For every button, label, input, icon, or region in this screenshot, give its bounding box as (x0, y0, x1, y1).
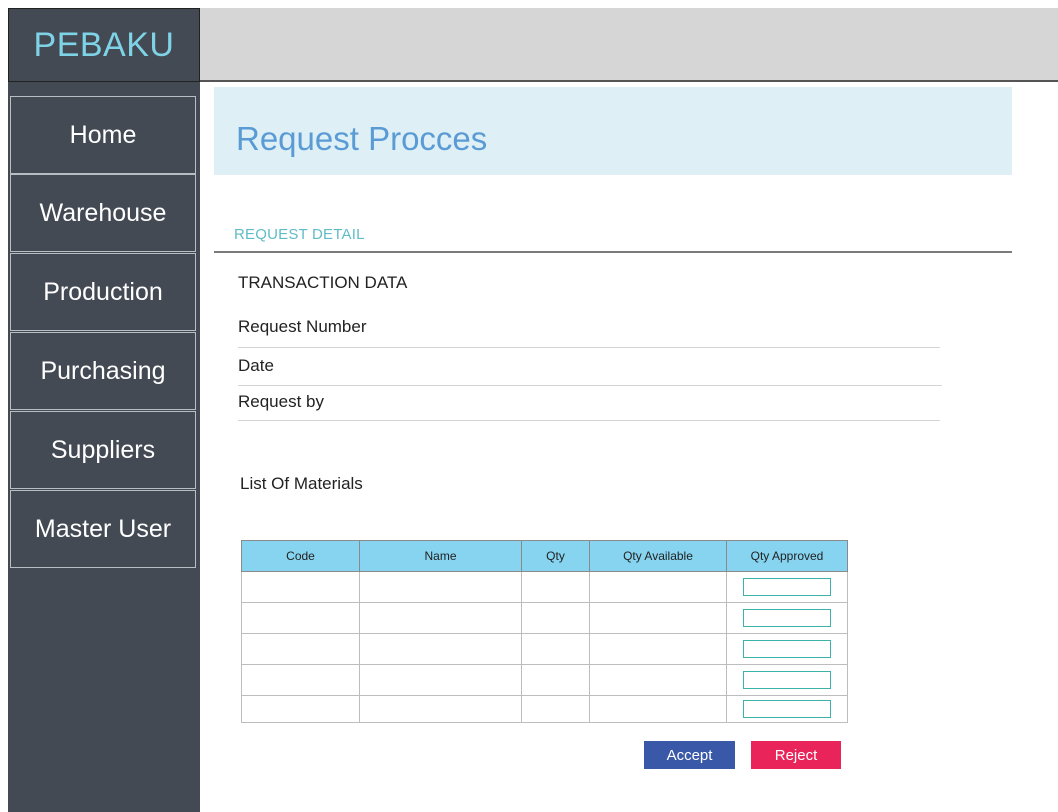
date-divider (238, 385, 942, 386)
table-row (241, 695, 848, 723)
column-header-qty-available: Qty Available (589, 540, 727, 572)
materials-table: Code Name Qty Qty Available Qty Approved (241, 540, 848, 723)
sidebar-item-master-user[interactable]: Master User (10, 490, 196, 568)
cell-code (241, 602, 360, 634)
cell-qty-available (589, 602, 727, 634)
sidebar-item-home[interactable]: Home (10, 96, 196, 174)
table-row (241, 571, 848, 603)
cell-code (241, 571, 360, 603)
section-divider (214, 251, 1012, 253)
section-title: REQUEST DETAIL (234, 226, 365, 243)
cell-qty (521, 695, 590, 723)
cell-code (241, 664, 360, 696)
cell-code (241, 695, 360, 723)
qty-approved-input[interactable] (743, 671, 831, 689)
top-bar (200, 8, 1058, 82)
cell-qty-available (589, 571, 727, 603)
request-number-divider (238, 347, 940, 348)
reject-button[interactable]: Reject (751, 741, 841, 769)
cell-qty-available (589, 664, 727, 696)
request-by-divider (238, 420, 940, 421)
cell-qty-approved (726, 633, 848, 665)
request-number-label: Request Number (238, 317, 367, 336)
cell-qty (521, 571, 590, 603)
cell-qty-available (589, 633, 727, 665)
sidebar: Home Warehouse Production Purchasing Sup… (8, 82, 200, 812)
cell-qty-approved (726, 602, 848, 634)
column-header-qty: Qty (521, 540, 590, 572)
cell-qty (521, 602, 590, 634)
page-title: Request Procces (236, 120, 488, 157)
cell-qty-approved (726, 664, 848, 696)
app-logo: PEBAKU (8, 8, 200, 82)
table-row (241, 633, 848, 665)
cell-qty-approved (726, 571, 848, 603)
materials-heading: List Of Materials (240, 474, 363, 493)
column-header-name: Name (359, 540, 522, 572)
qty-approved-input[interactable] (743, 700, 831, 718)
request-by-label: Request by (238, 392, 324, 411)
cell-qty-available (589, 695, 727, 723)
transaction-heading: TRANSACTION DATA (238, 273, 408, 292)
cell-code (241, 633, 360, 665)
table-row (241, 664, 848, 696)
cell-name (359, 664, 522, 696)
title-band: Request Procces (214, 87, 1012, 175)
cell-name (359, 571, 522, 603)
column-header-qty-approved: Qty Approved (726, 540, 848, 572)
cell-name (359, 602, 522, 634)
table-row (241, 602, 848, 634)
sidebar-item-suppliers[interactable]: Suppliers (10, 411, 196, 489)
cell-name (359, 633, 522, 665)
sidebar-item-production[interactable]: Production (10, 253, 196, 331)
qty-approved-input[interactable] (743, 640, 831, 658)
accept-button[interactable]: Accept (644, 741, 735, 769)
qty-approved-input[interactable] (743, 578, 831, 596)
sidebar-item-purchasing[interactable]: Purchasing (10, 332, 196, 410)
cell-qty-approved (726, 695, 848, 723)
cell-name (359, 695, 522, 723)
cell-qty (521, 664, 590, 696)
date-label: Date (238, 356, 274, 375)
qty-approved-input[interactable] (743, 609, 831, 627)
table-header-row: Code Name Qty Qty Available Qty Approved (241, 540, 848, 572)
cell-qty (521, 633, 590, 665)
column-header-code: Code (241, 540, 360, 572)
sidebar-item-warehouse[interactable]: Warehouse (10, 174, 196, 252)
